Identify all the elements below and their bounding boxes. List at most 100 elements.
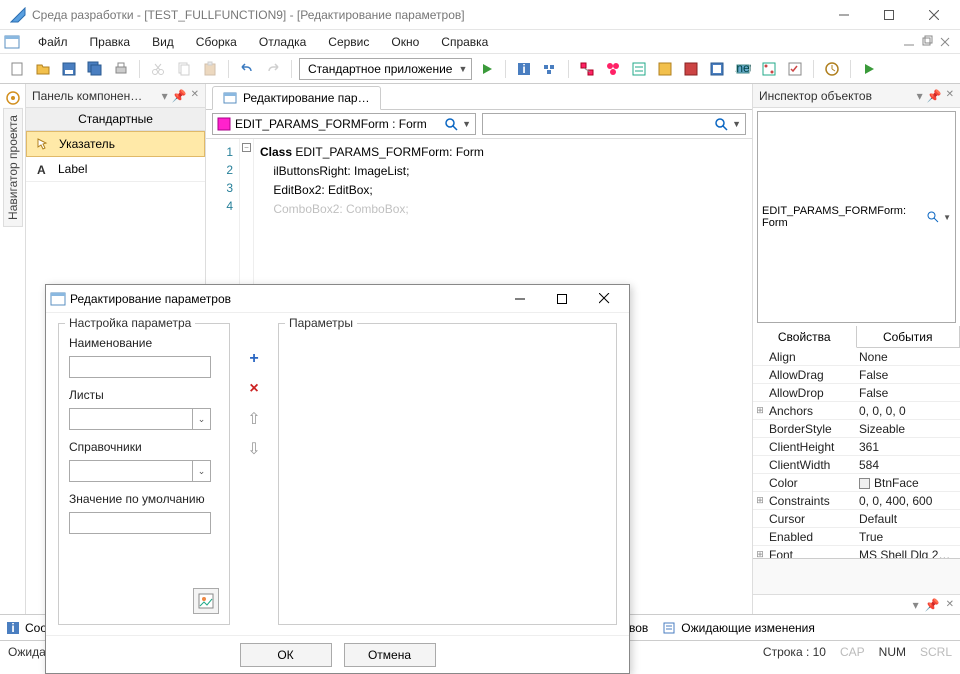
image-picker-button[interactable] xyxy=(193,588,219,614)
input-default[interactable] xyxy=(69,512,211,534)
tool-btn-2[interactable] xyxy=(602,58,624,80)
dialog-maximize-button[interactable] xyxy=(541,287,583,311)
tool-btn-4[interactable] xyxy=(654,58,676,80)
changes-icon xyxy=(662,621,676,635)
minimize-button[interactable] xyxy=(821,1,866,29)
panel-close-icon[interactable]: ✕ xyxy=(946,599,954,610)
property-row[interactable]: ⊞Anchors0, 0, 0, 0 xyxy=(753,402,960,420)
component-item-label[interactable]: A Label xyxy=(26,157,205,182)
mdi-restore-icon[interactable] xyxy=(920,35,934,49)
property-row[interactable]: AlignNone xyxy=(753,348,960,366)
tab-pending-changes[interactable]: Ожидающие изменения xyxy=(662,621,815,635)
panel-close-icon[interactable]: ✕ xyxy=(946,89,954,103)
search-icon[interactable] xyxy=(927,211,939,223)
redo-button[interactable] xyxy=(262,58,284,80)
tool-btn-3[interactable] xyxy=(628,58,650,80)
close-button[interactable] xyxy=(911,1,956,29)
member-combo[interactable]: ▼ xyxy=(482,113,746,135)
tool-btn-10[interactable] xyxy=(821,58,843,80)
run-button-2[interactable] xyxy=(858,58,880,80)
ok-button[interactable]: ОК xyxy=(240,643,332,667)
property-row[interactable]: AllowDropFalse xyxy=(753,384,960,402)
remove-param-button[interactable]: × xyxy=(244,379,264,399)
class-combo[interactable]: EDIT_PARAMS_FORMForm : Form ▼ xyxy=(212,113,476,135)
panel-close-icon[interactable]: ✕ xyxy=(191,89,199,103)
menu-build[interactable]: Сборка xyxy=(186,32,247,52)
panel-menu-icon[interactable]: ▾ xyxy=(917,89,923,103)
app-icon xyxy=(10,7,26,23)
tool-btn-6[interactable] xyxy=(706,58,728,80)
panel-menu-icon[interactable]: ▾ xyxy=(162,89,168,103)
tool-btn-9[interactable] xyxy=(784,58,806,80)
menu-view[interactable]: Вид xyxy=(142,32,184,52)
input-name[interactable] xyxy=(69,356,211,378)
chevron-down-icon: ▼ xyxy=(462,119,471,129)
info-button[interactable]: i xyxy=(513,58,535,80)
menu-window[interactable]: Окно xyxy=(381,32,429,52)
panel-pin-icon[interactable]: 📌 xyxy=(172,89,187,103)
save-button[interactable] xyxy=(58,58,80,80)
tool-btn-7[interactable]: .net xyxy=(732,58,754,80)
menubar: Файл Правка Вид Сборка Отладка Сервис Ок… xyxy=(0,30,960,54)
select-refs[interactable]: ⌄ xyxy=(69,460,211,482)
build-config-text: Стандартное приложение xyxy=(308,62,452,76)
new-file-button[interactable] xyxy=(6,58,28,80)
document-tab[interactable]: Редактирование пар… xyxy=(212,86,381,110)
dialog-titlebar[interactable]: Редактирование параметров xyxy=(46,285,629,313)
inspector-title: Инспектор объектов xyxy=(759,89,917,103)
property-row[interactable]: BorderStyleSizeable xyxy=(753,420,960,438)
property-row[interactable]: ClientWidth584 xyxy=(753,456,960,474)
property-grid[interactable]: AlignNoneAllowDragFalseAllowDropFalse⊞An… xyxy=(753,348,960,558)
menu-edit[interactable]: Правка xyxy=(80,32,141,52)
add-param-button[interactable]: + xyxy=(244,349,264,369)
window-title: Среда разработки - [TEST_FULLFUNCTION9] … xyxy=(32,8,821,22)
property-row[interactable]: ⊞Constraints0, 0, 400, 600 xyxy=(753,492,960,510)
menu-help[interactable]: Справка xyxy=(431,32,498,52)
save-all-button[interactable] xyxy=(84,58,106,80)
print-button[interactable] xyxy=(110,58,132,80)
dialog-minimize-button[interactable] xyxy=(499,287,541,311)
undo-button[interactable] xyxy=(236,58,258,80)
copy-button[interactable] xyxy=(173,58,195,80)
build-config-combo[interactable]: Стандартное приложение ▼ xyxy=(299,58,472,80)
property-row[interactable]: ClientHeight361 xyxy=(753,438,960,456)
search-icon[interactable] xyxy=(715,118,728,131)
run-button[interactable] xyxy=(476,58,498,80)
menu-service[interactable]: Сервис xyxy=(318,32,379,52)
select-sheets[interactable]: ⌄ xyxy=(69,408,211,430)
fold-toggle[interactable]: − xyxy=(242,143,251,152)
tool-btn-5[interactable] xyxy=(680,58,702,80)
open-file-button[interactable] xyxy=(32,58,54,80)
property-row[interactable]: AllowDragFalse xyxy=(753,366,960,384)
search-icon[interactable] xyxy=(445,118,458,131)
inspector-object-combo[interactable]: EDIT_PARAMS_FORMForm: Form ▼ xyxy=(757,111,956,323)
property-row[interactable]: ColorBtnFace xyxy=(753,474,960,492)
panel-pin-icon[interactable]: 📌 xyxy=(927,89,942,103)
dialog-close-button[interactable] xyxy=(583,287,625,311)
cut-button[interactable] xyxy=(147,58,169,80)
object-inspector: Инспектор объектов ▾ 📌 ✕ EDIT_PARAMS_FOR… xyxy=(752,84,960,614)
menu-debug[interactable]: Отладка xyxy=(249,32,316,52)
mdi-close-icon[interactable] xyxy=(938,35,952,49)
menu-file[interactable]: Файл xyxy=(28,32,78,52)
tab-events[interactable]: События xyxy=(857,326,960,347)
move-up-button[interactable]: ⇧ xyxy=(244,409,264,429)
tool-btn-1[interactable] xyxy=(576,58,598,80)
maximize-button[interactable] xyxy=(866,1,911,29)
tool-btn-8[interactable] xyxy=(758,58,780,80)
status-line: Строка : 10 xyxy=(763,645,826,659)
property-row[interactable]: ⊞FontMS Shell Dlg 2… xyxy=(753,546,960,558)
mdi-minimize-icon[interactable] xyxy=(902,35,916,49)
cancel-button[interactable]: Отмена xyxy=(344,643,436,667)
project-navigator-tab[interactable]: Навигатор проекта xyxy=(3,108,23,227)
panel-pin-icon[interactable]: 📌 xyxy=(925,598,940,612)
tab-properties[interactable]: Свойства xyxy=(753,326,857,348)
property-row[interactable]: CursorDefault xyxy=(753,510,960,528)
components-button[interactable] xyxy=(539,58,561,80)
component-item-pointer[interactable]: Указатель xyxy=(26,131,205,157)
paste-button[interactable] xyxy=(199,58,221,80)
panel-menu-icon[interactable]: ▾ xyxy=(913,598,919,612)
component-category[interactable]: Стандартные xyxy=(26,108,205,131)
move-down-button[interactable]: ⇩ xyxy=(244,439,264,459)
property-row[interactable]: EnabledTrue xyxy=(753,528,960,546)
